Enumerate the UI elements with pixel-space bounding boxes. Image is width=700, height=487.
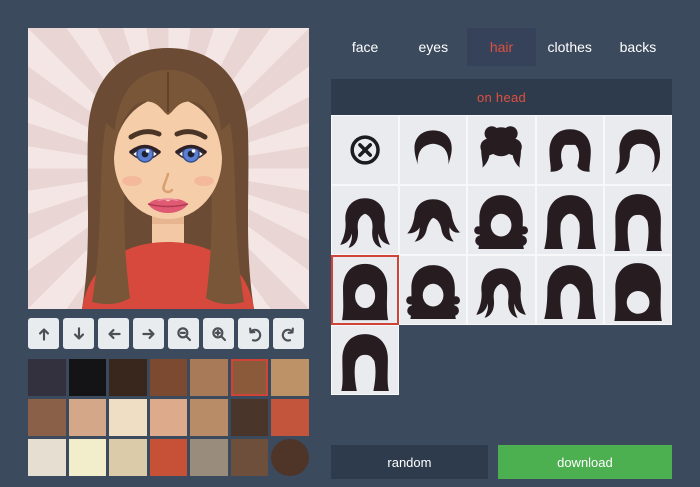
- color-swatch[interactable]: [109, 439, 147, 476]
- hair-messy-icon: [400, 186, 466, 254]
- hair-option-curly-top[interactable]: [467, 115, 535, 185]
- avatar-preview: [28, 28, 309, 309]
- redo-icon: [280, 325, 298, 343]
- hair-curly-long-icon: [400, 256, 466, 324]
- hair-center-part-long-icon: [605, 186, 671, 254]
- color-swatch[interactable]: [28, 439, 66, 476]
- avatar-maker-app: faceeyeshairclothesbacks on head random …: [0, 0, 700, 487]
- undo-icon: [245, 325, 263, 343]
- hair-none-icon: [332, 116, 398, 184]
- color-swatch[interactable]: [231, 439, 269, 476]
- hair-flip-bob-icon: [332, 186, 398, 254]
- color-swatch[interactable]: [69, 359, 107, 396]
- left-panel: [28, 28, 309, 479]
- tab-face[interactable]: face: [331, 28, 399, 66]
- color-swatch[interactable]: [109, 399, 147, 436]
- panel-header: on head: [331, 79, 672, 115]
- hair-panel: on head: [331, 79, 672, 395]
- hair-option-curly-long[interactable]: [399, 255, 467, 325]
- hair-wavy-long-icon: [468, 256, 534, 324]
- zoom-out-icon: [175, 325, 193, 343]
- color-swatch[interactable]: [28, 399, 66, 436]
- hair-bob-icon: [537, 116, 603, 184]
- hair-option-center-part-long[interactable]: [604, 185, 672, 255]
- hair-straight-long-icon: [537, 256, 603, 324]
- download-button[interactable]: download: [498, 445, 672, 479]
- color-swatch[interactable]: [150, 399, 188, 436]
- color-swatch[interactable]: [28, 359, 66, 396]
- tab-eyes[interactable]: eyes: [399, 28, 467, 66]
- hair-side-swept-icon: [605, 116, 671, 184]
- toolbar: [28, 318, 309, 349]
- hair-options-grid: [331, 115, 672, 395]
- move-down-icon: [70, 325, 88, 343]
- right-panel: faceeyeshairclothesbacks on head random …: [331, 28, 672, 479]
- color-swatch[interactable]: [69, 399, 107, 436]
- redo-button[interactable]: [273, 318, 304, 349]
- actions-bar: random download: [331, 445, 672, 479]
- hair-option-long-full[interactable]: [331, 255, 399, 325]
- color-swatch[interactable]: [150, 439, 188, 476]
- hair-option-messy[interactable]: [399, 185, 467, 255]
- hair-option-side-long[interactable]: [536, 185, 604, 255]
- zoom-in-button[interactable]: [203, 318, 234, 349]
- hair-long-full-icon: [333, 257, 397, 323]
- hair-option-side-swept[interactable]: [604, 115, 672, 185]
- hair-option-short-crop[interactable]: [399, 115, 467, 185]
- move-right-button[interactable]: [133, 318, 164, 349]
- hair-long-plain-icon: [332, 326, 398, 394]
- color-swatch[interactable]: [69, 439, 107, 476]
- hair-option-wavy-long[interactable]: [467, 255, 535, 325]
- move-up-icon: [35, 325, 53, 343]
- zoom-out-button[interactable]: [168, 318, 199, 349]
- color-swatch[interactable]: [271, 439, 309, 476]
- hair-curly-top-icon: [468, 116, 534, 184]
- zoom-in-icon: [210, 325, 228, 343]
- move-right-icon: [140, 325, 158, 343]
- color-swatch[interactable]: [150, 359, 188, 396]
- color-swatch[interactable]: [190, 359, 228, 396]
- move-up-button[interactable]: [28, 318, 59, 349]
- move-down-button[interactable]: [63, 318, 94, 349]
- hair-side-long-icon: [537, 186, 603, 254]
- random-button[interactable]: random: [331, 445, 488, 479]
- hair-option-straight-long[interactable]: [536, 255, 604, 325]
- color-swatch[interactable]: [109, 359, 147, 396]
- color-palette: [28, 359, 309, 476]
- avatar-illustration: [28, 28, 309, 309]
- hair-short-crop-icon: [400, 116, 466, 184]
- hair-option-bob[interactable]: [536, 115, 604, 185]
- color-swatch[interactable]: [190, 439, 228, 476]
- tab-hair[interactable]: hair: [467, 28, 535, 66]
- color-swatch[interactable]: [190, 399, 228, 436]
- hair-curly-shag-icon: [468, 186, 534, 254]
- move-left-icon: [105, 325, 123, 343]
- tab-clothes[interactable]: clothes: [536, 28, 604, 66]
- hair-option-long-plain[interactable]: [331, 325, 399, 395]
- tab-backs[interactable]: backs: [604, 28, 672, 66]
- hair-option-long-bangs[interactable]: [604, 255, 672, 325]
- hair-long-bangs-icon: [605, 256, 671, 324]
- tabs: faceeyeshairclothesbacks: [331, 28, 672, 66]
- color-swatch[interactable]: [271, 399, 309, 436]
- color-swatch[interactable]: [271, 359, 309, 396]
- hair-option-none[interactable]: [331, 115, 399, 185]
- hair-option-flip-bob[interactable]: [331, 185, 399, 255]
- color-swatch[interactable]: [231, 359, 269, 396]
- undo-button[interactable]: [238, 318, 269, 349]
- color-swatch[interactable]: [231, 399, 269, 436]
- hair-option-curly-shag[interactable]: [467, 185, 535, 255]
- move-left-button[interactable]: [98, 318, 129, 349]
